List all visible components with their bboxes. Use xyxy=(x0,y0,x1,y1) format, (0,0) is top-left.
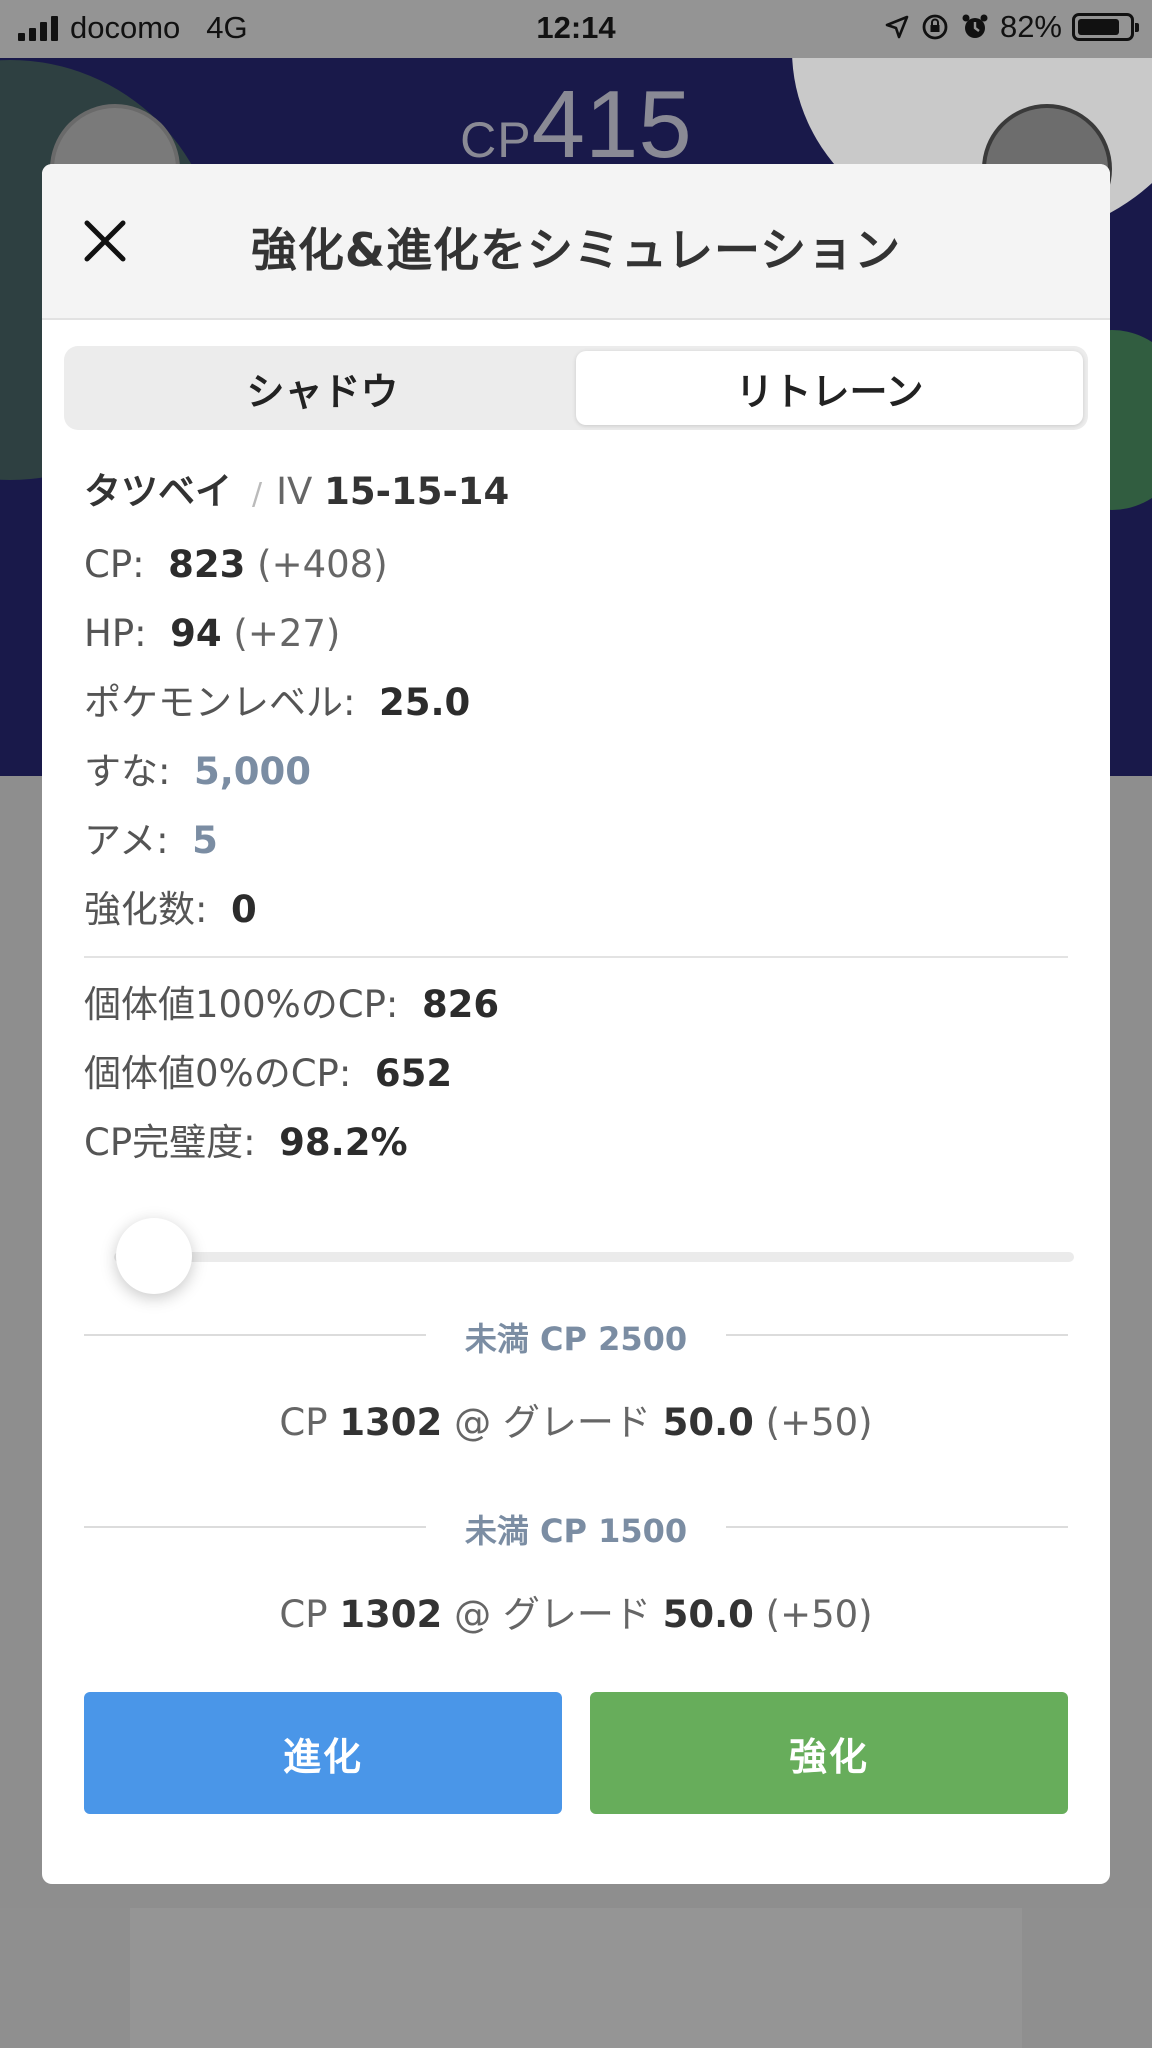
powerups-row: 強化数: 0 xyxy=(84,875,1068,944)
evolve-button[interactable]: 進化 xyxy=(84,1692,562,1814)
max-cp-label: 個体値100%のCP: xyxy=(84,983,399,1026)
league-result: CP 1302 @ グレード 50.0 (+50) xyxy=(84,1392,1068,1446)
hp-row: HP: 94 (+27) xyxy=(84,599,1068,668)
cp-value: 823 xyxy=(168,543,246,586)
hp-delta: (+27) xyxy=(233,612,341,655)
candy-value: 5 xyxy=(192,819,218,862)
hp-value: 94 xyxy=(170,612,222,655)
candy-row: アメ: 5 xyxy=(84,806,1068,875)
league-great-ultra: 未満 CP 2500 CP 1302 @ グレード 50.0 (+50) xyxy=(84,1314,1068,1446)
battery-icon xyxy=(1072,13,1139,41)
battery-percent: 82% xyxy=(999,9,1062,44)
league-at: @ xyxy=(454,1593,492,1636)
status-bar: docomo 4G 12:14 82% xyxy=(0,0,1152,58)
league-grade-label: グレード xyxy=(502,1593,651,1636)
rotation-lock-icon xyxy=(922,14,948,40)
min-cp-value: 652 xyxy=(374,1052,453,1095)
level-label: ポケモンレベル: xyxy=(84,681,356,724)
background-cp-value: 415 xyxy=(531,71,692,178)
max-cp-value: 826 xyxy=(421,983,500,1026)
cp-perfection-row: CP完璧度: 98.2% xyxy=(84,1108,1068,1177)
league-grade-delta: (+50) xyxy=(765,1593,873,1636)
power-up-button[interactable]: 強化 xyxy=(590,1692,1068,1814)
league-header: 未満 CP 1500 xyxy=(84,1506,1068,1550)
background-cp-prefix: CP xyxy=(460,112,532,168)
cp-perfection-label: CP完璧度: xyxy=(84,1121,256,1164)
pokemon-name: タツベイ xyxy=(84,470,232,513)
league-grade-value: 50.0 xyxy=(662,1401,754,1444)
level-value: 25.0 xyxy=(379,681,471,724)
stardust-value: 5,000 xyxy=(194,750,312,793)
league-header-label: 未満 CP 1500 xyxy=(464,1512,688,1550)
tab-purified[interactable]: リトレーン xyxy=(576,351,1083,425)
league-header-label: 未満 CP 2500 xyxy=(464,1320,688,1358)
league-great: 未満 CP 1500 CP 1302 @ グレード 50.0 (+50) xyxy=(84,1506,1068,1638)
candy-label: アメ: xyxy=(84,819,169,862)
modal-title: 強化&進化をシミュレーション xyxy=(250,223,902,277)
level-slider[interactable] xyxy=(84,1194,1074,1294)
level-row: ポケモンレベル: 25.0 xyxy=(84,668,1068,737)
modal-header: 強化&進化をシミュレーション xyxy=(42,164,1110,320)
stardust-row: すな: 5,000 xyxy=(84,737,1068,806)
league-cp-value: 1302 xyxy=(339,1593,443,1636)
cp-delta: (+408) xyxy=(257,543,388,586)
max-cp-row: 個体値100%のCP: 826 xyxy=(84,970,1068,1039)
iv-value: 15-15-14 xyxy=(324,470,510,513)
pokemon-heading: タツベイ / IV 15-15-14 xyxy=(84,470,510,513)
stardust-label: すな: xyxy=(84,750,171,793)
location-arrow-icon xyxy=(885,15,909,39)
slider-track[interactable] xyxy=(114,1252,1074,1262)
background-bottom-inner xyxy=(130,1908,1022,2048)
simulation-modal: 強化&進化をシミュレーション シャドウ リトレーン タツベイ / IV 15-15-… xyxy=(42,164,1110,1884)
league-cp-label: CP xyxy=(279,1593,328,1636)
tab-shadow[interactable]: シャドウ xyxy=(69,351,576,425)
league-grade-delta: (+50) xyxy=(765,1401,873,1444)
powerups-label: 強化数: xyxy=(84,888,208,931)
cp-label: CP: xyxy=(84,543,145,586)
iv-label: IV xyxy=(276,470,313,513)
action-buttons: 進化 強化 xyxy=(84,1692,1068,1814)
min-cp-label: 個体値0%のCP: xyxy=(84,1052,352,1095)
segmented-control: シャドウ リトレーン xyxy=(64,346,1088,430)
min-cp-row: 個体値0%のCP: 652 xyxy=(84,1039,1068,1108)
powerups-value: 0 xyxy=(231,888,257,931)
league-grade-value: 50.0 xyxy=(662,1593,754,1636)
cp-row: CP: 823 (+408) xyxy=(84,530,1068,599)
league-result: CP 1302 @ グレード 50.0 (+50) xyxy=(84,1584,1068,1638)
alarm-icon xyxy=(962,14,988,38)
stats-section: タツベイ / IV 15-15-14 CP: 823 (+408) HP: 94 (… xyxy=(84,454,1068,1177)
league-header: 未満 CP 2500 xyxy=(84,1314,1068,1358)
battery-fill xyxy=(1078,19,1119,35)
slider-thumb[interactable] xyxy=(116,1218,192,1294)
divider xyxy=(84,956,1068,958)
cp-perfection-value: 98.2% xyxy=(279,1121,408,1164)
league-cp-label: CP xyxy=(279,1401,328,1444)
league-cp-value: 1302 xyxy=(339,1401,443,1444)
hp-label: HP: xyxy=(84,612,147,655)
league-at: @ xyxy=(454,1401,492,1444)
league-grade-label: グレード xyxy=(502,1401,651,1444)
